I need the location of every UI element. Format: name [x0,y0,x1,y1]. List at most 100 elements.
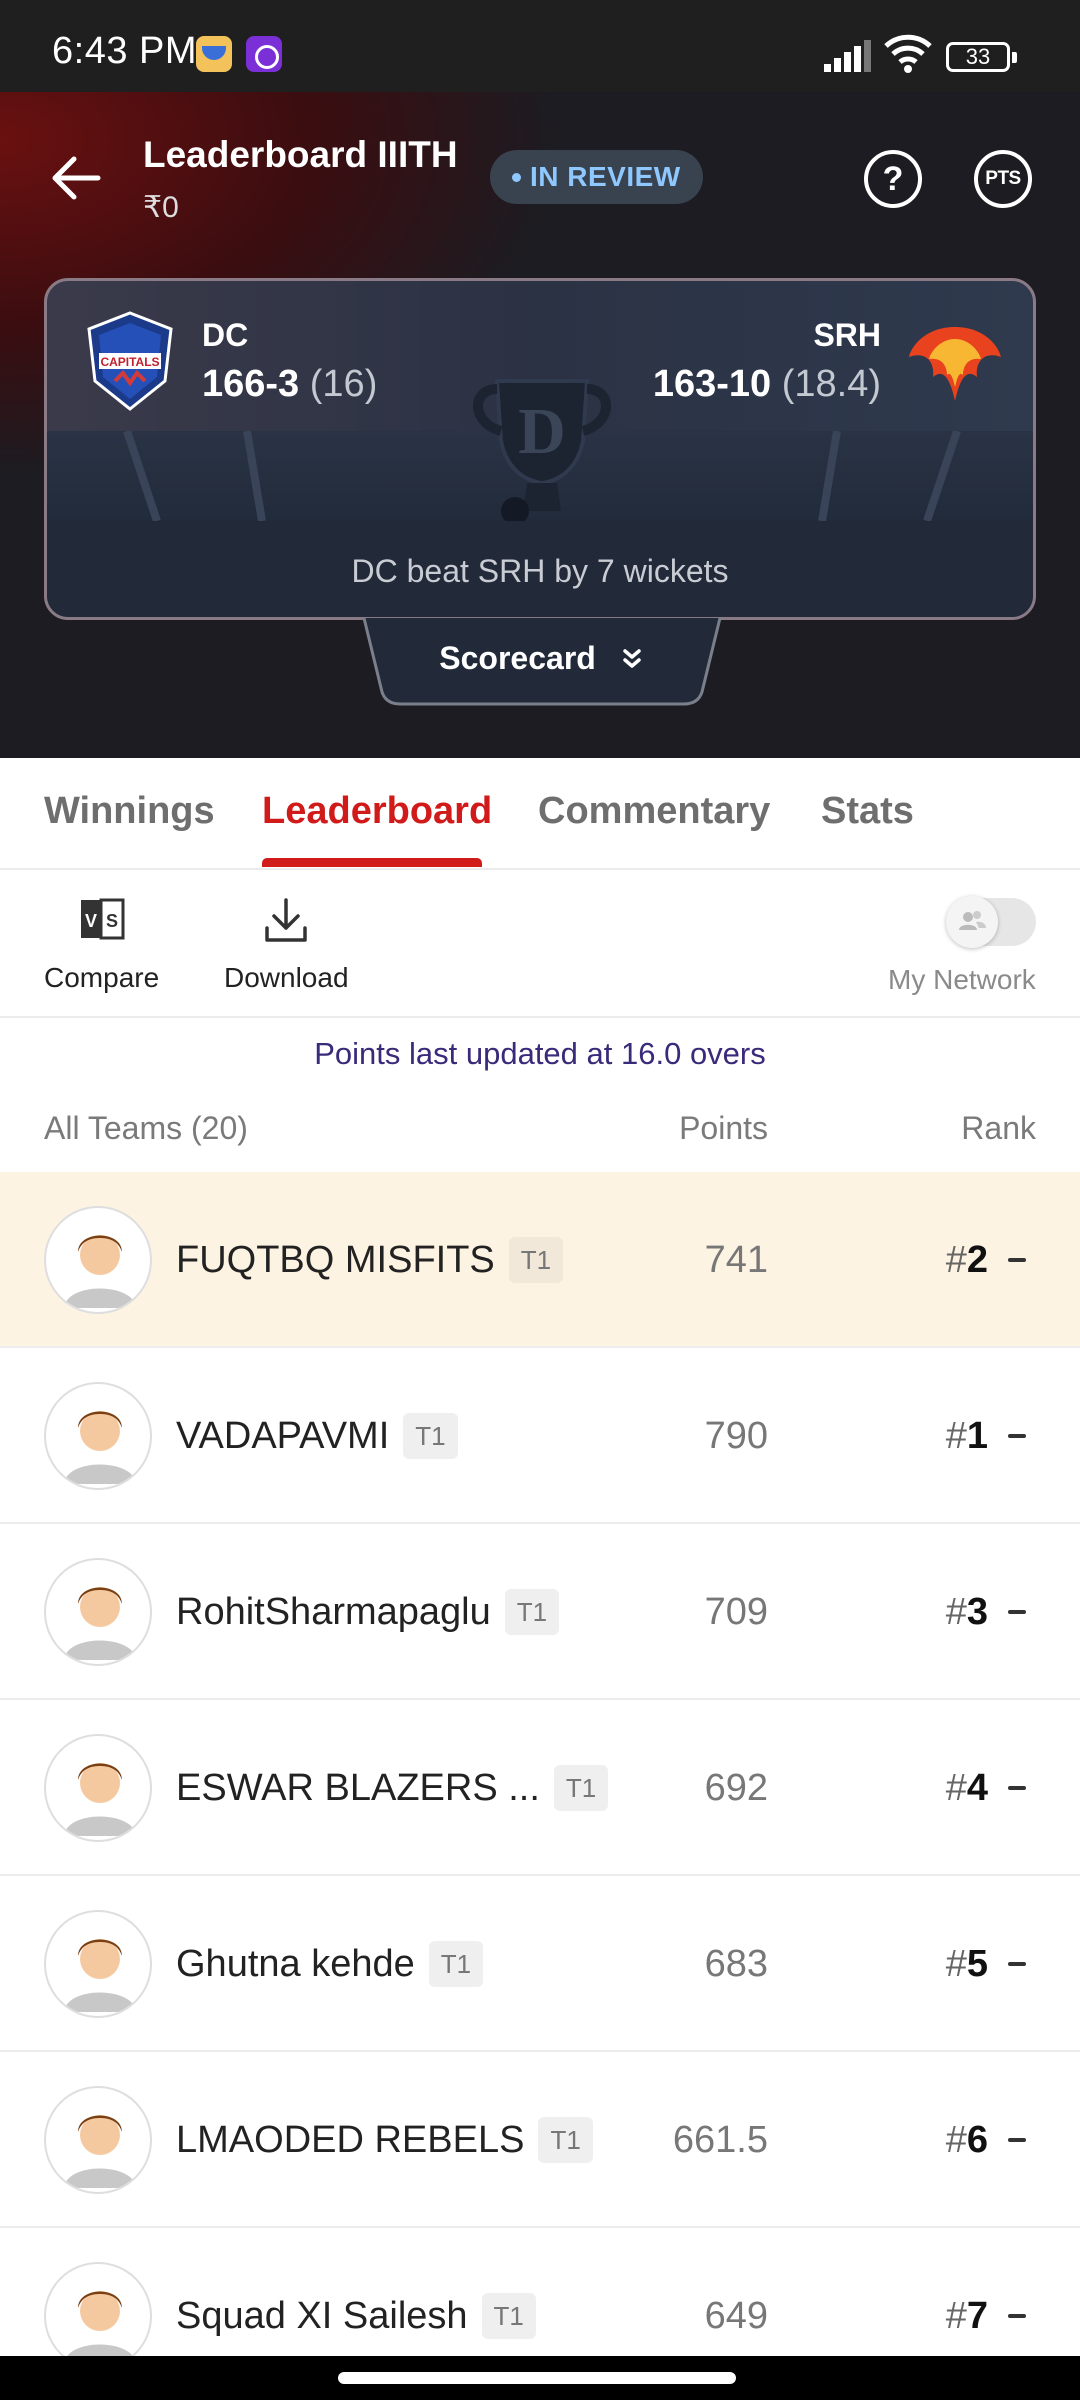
points-updated-note: Points last updated at 16.0 overs [314,1036,766,1071]
sunrisers-logo [909,327,1001,401]
leaderboard-toolbar: V S Compare Download My Network [0,870,1080,1018]
team-tag: T1 [403,1413,458,1459]
rank-change-icon [1008,1786,1026,1790]
tab-winnings[interactable]: Winnings [44,790,215,833]
team-tag: T1 [504,1589,560,1635]
my-network-toggle[interactable] [946,896,1036,948]
team-rank: #1 [946,1348,988,1524]
match-score-card: CAPITALS DC 166-3 (16) SRH 163-10 (18.4)… [44,278,1036,620]
team-tag: T1 [428,1941,484,1987]
back-arrow-icon[interactable] [44,146,108,210]
download-icon [265,898,308,942]
scorecard-button[interactable]: Scorecard [362,640,722,677]
team-tag: T1 [508,1237,564,1283]
avatar [44,2262,152,2370]
compare-button[interactable]: V S Compare [44,894,159,994]
team-left-score: 166-3 (16) [202,363,377,406]
team-left-runs: 166-3 [202,363,300,405]
rank-number: 1 [966,1415,988,1457]
rank-change-icon [1008,2138,1026,2142]
question-circle-icon[interactable]: ? [864,150,922,208]
people-icon [959,911,986,930]
team-left-overs: (16) [309,363,378,405]
team-points: 790 [704,1415,768,1457]
rank-number: 6 [966,2119,988,2161]
download-button[interactable]: Download [224,894,349,994]
rank-number: 4 [966,1767,988,1809]
tab-stats[interactable]: Stats [821,790,914,833]
rank-change-icon [1008,1258,1026,1262]
team-name: FUQTBQ MISFITS [176,1238,495,1281]
rank-number: 3 [966,1591,988,1633]
rank-number: 5 [966,1943,988,1985]
team-rank: #5 [946,1876,988,2052]
match-result-text: DC beat SRH by 7 wickets [47,521,1033,617]
page-header: Leaderboard IIITH ₹0 IN REVIEW ? PTS [0,120,1080,240]
match-header-area: 6:43 PM 33 Leaderboard IIITH ₹0 IN REVIE… [0,0,1080,758]
table-row[interactable]: VADAPAVMI T1 790 #1 [0,1348,1080,1524]
rank-number: 7 [966,2295,988,2337]
team-right-score: 163-10 (18.4) [653,363,881,406]
toggle-knob [946,896,998,948]
all-teams-label: All Teams (20) [44,1110,248,1146]
page-title: Leaderboard IIITH [143,134,458,175]
compare-vs-icon: V S [80,898,125,940]
team-tag: T1 [538,2117,593,2163]
team-right-overs: (18.4) [781,363,881,405]
team-tag: T1 [481,2293,536,2339]
my-network-label: My Network [888,964,1036,995]
home-gesture-handle[interactable] [338,2372,736,2384]
leaderboard-header: All Teams (20) Points Rank [0,1110,1080,1160]
status-bar: 6:43 PM 33 [0,0,1080,92]
team-tag: T1 [553,1765,609,1811]
download-label: Download [224,962,349,993]
team-name: LMAODED REBELS [176,2118,525,2161]
table-row[interactable]: FUQTBQ MISFITS T1 741 #2 [0,1172,1080,1348]
tab-bar: Winnings Leaderboard Commentary Stats [0,758,1080,870]
leaderboard-list: FUQTBQ MISFITS T1 741 #2 VADAPAVMI T1 790 … [0,1172,1080,2400]
rank-change-icon [1008,1610,1026,1614]
avatar [44,1910,152,2018]
svg-text:S: S [106,911,118,931]
team-points: 741 [704,1239,768,1281]
notification-app-icon [196,36,232,72]
rank-column-header: Rank [961,1110,1036,1146]
notification-app-icon-2 [246,36,282,72]
rank-hash: # [945,1239,967,1281]
svg-text:V: V [85,911,97,931]
delhi-capitals-logo: CAPITALS [87,311,173,411]
status-time: 6:43 PM [52,30,198,72]
table-row[interactable]: LMAODED REBELS T1 661.5 #6 [0,2052,1080,2228]
avatar [44,1206,152,1314]
tab-commentary[interactable]: Commentary [538,790,770,833]
avatar [44,1558,152,1666]
points-column-header: Points [679,1110,768,1146]
table-row[interactable]: ESWAR BLAZERS ... T1 692 #4 [0,1700,1080,1876]
team-name: Squad XI Sailesh [176,2294,468,2337]
avatar [44,2086,152,2194]
tab-leaderboard[interactable]: Leaderboard [262,790,492,833]
team-points: 692 [704,1767,768,1809]
rank-change-icon [1008,1962,1026,1966]
rank-number: 2 [966,1239,988,1281]
rank-hash: # [945,1415,967,1457]
prize-amount: ₹0 [143,191,179,224]
system-navigation-bar [0,2356,1080,2400]
compare-label: Compare [44,962,160,993]
team-points: 709 [704,1591,768,1633]
table-row[interactable]: Ghutna kehde T1 683 #5 [0,1876,1080,2052]
rank-hash: # [945,2295,967,2337]
team-rank: #4 [946,1700,988,1876]
team-rank: #6 [946,2052,988,2228]
svg-text:CAPITALS: CAPITALS [100,355,159,369]
rank-change-icon [1008,1434,1026,1438]
points-system-button[interactable]: PTS [974,150,1032,208]
team-points: 683 [704,1943,768,1985]
table-row[interactable]: RohitSharmapaglu T1 709 #3 [0,1524,1080,1700]
status-badge: IN REVIEW [490,150,703,204]
rank-change-icon [1008,2314,1026,2318]
team-name: RohitSharmapaglu [176,1590,491,1633]
team-right-name: SRH [813,317,881,353]
avatar [44,1382,152,1490]
rank-hash: # [945,2119,967,2161]
